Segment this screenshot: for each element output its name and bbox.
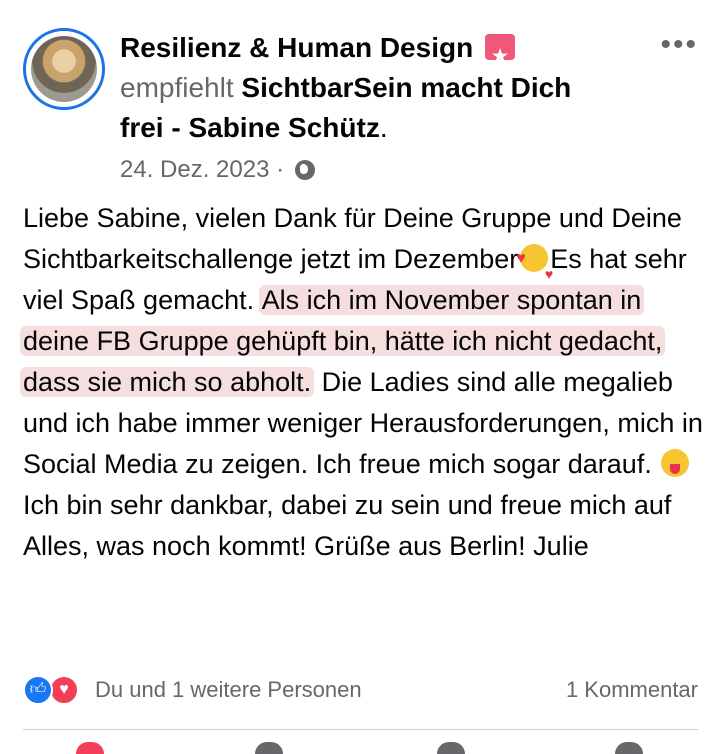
post-text: Liebe Sabine, vielen Dank für Deine Grup… <box>20 198 703 567</box>
globe-icon[interactable] <box>294 160 315 180</box>
comments-count[interactable]: 1 Kommentar <box>566 672 698 708</box>
more-options-button[interactable]: ••• <box>660 30 698 60</box>
post-text-part4: Ich bin sehr dankbar, dabei zu sein und … <box>23 490 672 561</box>
love-reaction-icon[interactable]: ♥ <box>49 675 79 705</box>
recommend-verb: empfiehlt <box>120 72 234 103</box>
share-action-icon[interactable] <box>615 742 643 754</box>
like-reaction-icon[interactable]: 👍︎ <box>23 675 53 705</box>
recommendation-suffix: . <box>379 112 388 143</box>
reactions-summary[interactable]: Du und 1 weitere Personen <box>95 672 362 708</box>
footer-divider <box>23 729 698 730</box>
post-date[interactable]: 24. Dez. 2023 <box>120 156 269 183</box>
zany-face-icon <box>661 449 690 477</box>
love-action-icon[interactable] <box>76 742 104 754</box>
author-name[interactable]: Resilienz & Human Design <box>120 32 473 63</box>
author-avatar[interactable] <box>23 28 105 110</box>
meta-separator: · <box>276 156 285 183</box>
author-line: Resilienz & Human Design <box>120 28 640 76</box>
recommendation-line: empfiehlt SichtbarSein macht Dich frei - … <box>120 68 640 148</box>
messenger-action-icon[interactable] <box>437 742 465 754</box>
recommended-page-line2: frei - Sabine Schütz <box>120 112 380 143</box>
recommended-page-line1: SichtbarSein macht Dich <box>241 72 572 103</box>
recommendation-star-badge-icon <box>484 34 515 76</box>
avatar-photo <box>31 36 97 102</box>
post-meta: 24. Dez. 2023 · <box>120 152 640 188</box>
post-header: Resilienz & Human Design empfiehlt Sicht… <box>120 28 640 188</box>
smiling-face-with-hearts-icon <box>516 238 553 295</box>
post-footer: 👍︎ ♥ Du und 1 weitere Personen 1 Komment… <box>23 672 698 708</box>
comment-action-icon[interactable] <box>255 742 283 754</box>
